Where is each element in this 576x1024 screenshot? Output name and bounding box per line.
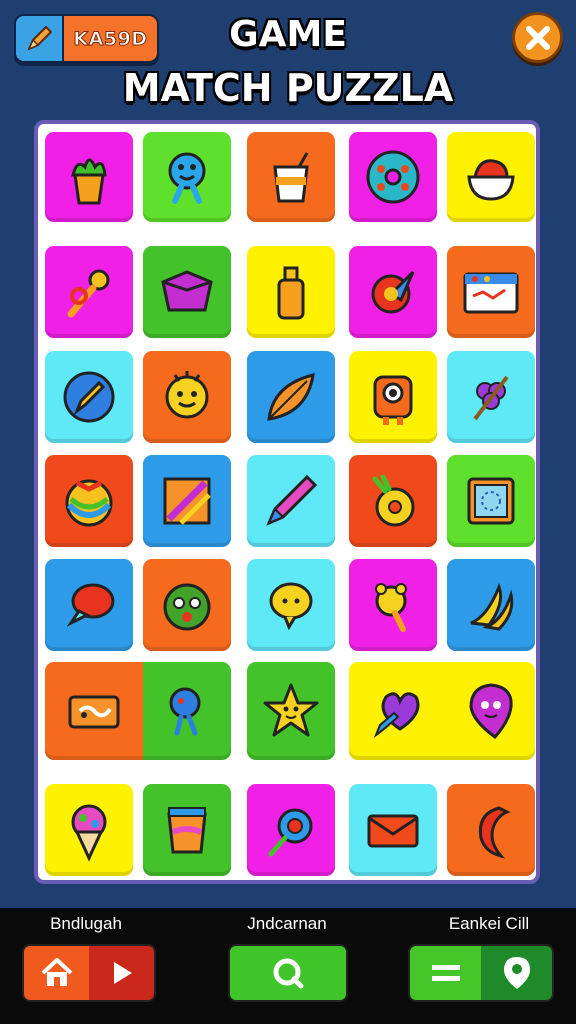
title-line-1: GAME [229, 14, 347, 55]
tile-pencil-coin[interactable] [45, 351, 133, 443]
tile-bottle[interactable] [247, 246, 335, 338]
tile-bear-key[interactable] [349, 559, 437, 651]
tile-chat-bubble[interactable] [45, 559, 133, 651]
striped-square-icon [163, 477, 211, 525]
rice-bowl-icon [467, 159, 515, 201]
tile-sun-face[interactable] [143, 351, 231, 443]
tile-map-card[interactable] [447, 246, 535, 338]
tile-robot-face[interactable] [349, 351, 437, 443]
tile-shield-pin[interactable] [349, 246, 437, 338]
pencil-icon [16, 16, 64, 61]
tile-chili[interactable] [447, 784, 535, 876]
jar-icon [167, 807, 207, 854]
robot-face-icon [373, 375, 413, 425]
leaf-icon [267, 372, 315, 421]
rainbow-ball-icon [65, 479, 113, 527]
bottom-label-left: Bndlugah [50, 914, 122, 933]
monster-face-icon [163, 583, 211, 631]
paper-cup-icon [273, 152, 309, 203]
home-play-button[interactable] [22, 944, 156, 1002]
envelope-icon [367, 814, 419, 848]
map-card-icon [463, 272, 519, 314]
blue-creature-icon [168, 152, 206, 204]
ice-cream-icon [71, 804, 107, 862]
grape-flower-icon [473, 375, 509, 421]
pineapple-ring-icon [372, 474, 415, 527]
tile-striped-square[interactable] [143, 455, 231, 547]
puzzle-board [34, 120, 540, 884]
tile-ghost-pin[interactable] [447, 662, 535, 760]
ticket-card-icon [68, 695, 120, 729]
tile-ice-cream[interactable] [45, 784, 133, 876]
bottom-label-mid: Jndcarnan [247, 914, 327, 933]
ghost-pin-icon [469, 683, 513, 740]
pencil-coin-icon [63, 371, 115, 423]
sun-face-icon [165, 371, 209, 419]
banana-icon [470, 582, 514, 631]
smile-bubble-icon [269, 582, 313, 631]
dotted-frame-icon [467, 477, 515, 525]
tile-donut[interactable] [349, 132, 437, 222]
purple-box-icon [161, 270, 213, 312]
tile-jellyfish[interactable] [143, 662, 231, 760]
crayon-icon [266, 474, 318, 526]
tile-crayon[interactable] [247, 455, 335, 547]
tile-grape-flower[interactable] [447, 351, 535, 443]
tile-heart-pencil[interactable] [349, 662, 447, 760]
tile-blue-creature[interactable] [143, 132, 231, 222]
tile-pineapple-ring[interactable] [349, 455, 437, 547]
shield-pin-icon [371, 270, 415, 314]
tile-paper-cup[interactable] [247, 132, 335, 222]
lollipop-icon [268, 808, 313, 857]
close-button[interactable] [512, 12, 563, 63]
tile-leaf[interactable] [247, 351, 335, 443]
title-line-2: MATCH PUZZLA [122, 66, 454, 110]
tile-plant-pot[interactable] [45, 132, 133, 222]
search-icon [273, 958, 304, 989]
chili-icon [478, 806, 511, 859]
tile-rainbow-ball[interactable] [45, 455, 133, 547]
bottom-label-right: Eankei Cill [448, 914, 530, 933]
tile-smile-bubble[interactable] [247, 559, 335, 651]
tile-envelope[interactable] [349, 784, 437, 876]
chat-bubble-icon [66, 583, 115, 627]
jellyfish-icon [169, 687, 201, 736]
tile-dotted-frame[interactable] [447, 455, 535, 547]
donut-icon [366, 150, 420, 204]
star-face-icon [263, 683, 319, 737]
location-pin-icon [481, 946, 552, 1000]
tile-ticket-card[interactable] [45, 662, 143, 760]
menu-icon [410, 946, 481, 1000]
plant-pot-icon [71, 158, 107, 205]
close-icon [525, 25, 550, 50]
menu-location-button[interactable] [408, 944, 554, 1002]
tile-banana[interactable] [447, 559, 535, 651]
key-charm-icon [67, 269, 110, 318]
search-button[interactable] [228, 944, 348, 1002]
bottle-icon [277, 266, 305, 320]
home-icon [24, 946, 89, 1000]
heart-pencil-icon [373, 692, 420, 738]
tile-star-face[interactable] [247, 662, 335, 760]
play-icon [89, 946, 154, 1000]
tile-rice-bowl[interactable] [447, 132, 535, 222]
tile-key-charm[interactable] [45, 246, 133, 338]
tile-monster-face[interactable] [143, 559, 231, 651]
top-bar: KA59D GAME MATCH PUZZLA [0, 0, 576, 118]
tile-purple-box[interactable] [143, 246, 231, 338]
bear-key-icon [375, 583, 407, 632]
tile-lollipop[interactable] [247, 784, 335, 876]
tile-jar[interactable] [143, 784, 231, 876]
